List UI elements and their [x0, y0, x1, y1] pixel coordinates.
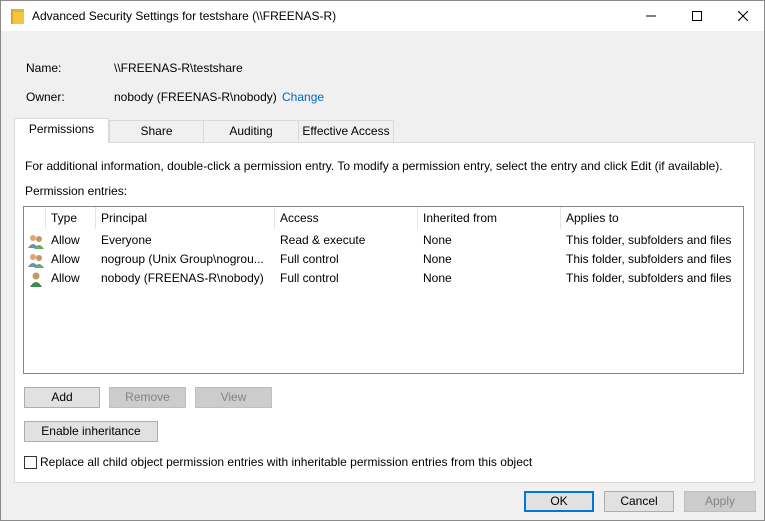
tab-effective-access[interactable]: Effective Access: [298, 120, 394, 142]
group-icon: [28, 235, 44, 249]
replace-child-permissions-label[interactable]: Replace all child object permission entr…: [40, 455, 532, 469]
row-type: Allow: [51, 271, 80, 285]
row-access: Full control: [280, 271, 339, 285]
column-header-inherited-from[interactable]: Inherited from: [418, 207, 561, 229]
row-type: Allow: [51, 233, 80, 247]
table-row[interactable]: Allow Everyone Read & execute None This …: [24, 231, 743, 250]
owner-value: nobody (FREENAS-R\nobody): [114, 90, 277, 104]
ok-button[interactable]: OK: [524, 491, 594, 512]
row-applies-to: This folder, subfolders and files: [566, 233, 732, 247]
enable-inheritance-button[interactable]: Enable inheritance: [24, 421, 158, 442]
row-principal: Everyone: [101, 233, 152, 247]
group-icon: [28, 254, 44, 268]
maximize-button[interactable]: [674, 1, 720, 31]
name-value: \\FREENAS-R\testshare: [114, 61, 243, 75]
row-principal: nobody (FREENAS-R\nobody): [101, 271, 264, 285]
view-button[interactable]: View: [195, 387, 272, 408]
folder-icon: [11, 9, 24, 24]
permission-entries-list[interactable]: Type Principal Access Inherited from App…: [23, 206, 744, 374]
column-header-type[interactable]: Type: [46, 207, 96, 229]
row-principal: nogroup (Unix Group\nogrou...: [101, 252, 264, 266]
row-inherited-from: None: [423, 252, 452, 266]
apply-button[interactable]: Apply: [684, 491, 756, 512]
tab-permissions[interactable]: Permissions: [14, 118, 109, 143]
row-inherited-from: None: [423, 271, 452, 285]
row-inherited-from: None: [423, 233, 452, 247]
add-button[interactable]: Add: [24, 387, 100, 408]
advanced-security-window: Advanced Security Settings for testshare…: [0, 0, 765, 521]
table-row[interactable]: Allow nobody (FREENAS-R\nobody) Full con…: [24, 269, 743, 288]
table-row[interactable]: Allow nogroup (Unix Group\nogrou... Full…: [24, 250, 743, 269]
row-type: Allow: [51, 252, 80, 266]
icon-column-header[interactable]: [24, 207, 46, 229]
name-label: Name:: [26, 61, 62, 75]
change-owner-link[interactable]: Change: [282, 90, 324, 104]
row-access: Full control: [280, 252, 339, 266]
maximize-icon: [692, 11, 702, 21]
permission-entries-label: Permission entries:: [25, 184, 128, 198]
row-applies-to: This folder, subfolders and files: [566, 271, 732, 285]
tab-auditing[interactable]: Auditing: [203, 120, 299, 142]
owner-label: Owner:: [26, 90, 65, 104]
permissions-info-text: For additional information, double-click…: [25, 159, 723, 173]
close-button[interactable]: [720, 1, 765, 31]
title-bar[interactable]: Advanced Security Settings for testshare…: [1, 1, 764, 31]
tab-share[interactable]: Share: [109, 120, 204, 142]
user-icon: [30, 272, 42, 287]
column-header-principal[interactable]: Principal: [96, 207, 275, 229]
row-access: Read & execute: [280, 233, 366, 247]
row-applies-to: This folder, subfolders and files: [566, 252, 732, 266]
cancel-button[interactable]: Cancel: [604, 491, 674, 512]
minimize-button[interactable]: [628, 1, 674, 31]
window-title: Advanced Security Settings for testshare…: [32, 9, 337, 23]
column-header-applies-to[interactable]: Applies to: [561, 207, 743, 229]
replace-child-permissions-checkbox[interactable]: [24, 456, 37, 469]
minimize-icon: [646, 15, 656, 17]
close-icon: [738, 11, 748, 21]
column-header-access[interactable]: Access: [275, 207, 418, 229]
remove-button[interactable]: Remove: [109, 387, 186, 408]
